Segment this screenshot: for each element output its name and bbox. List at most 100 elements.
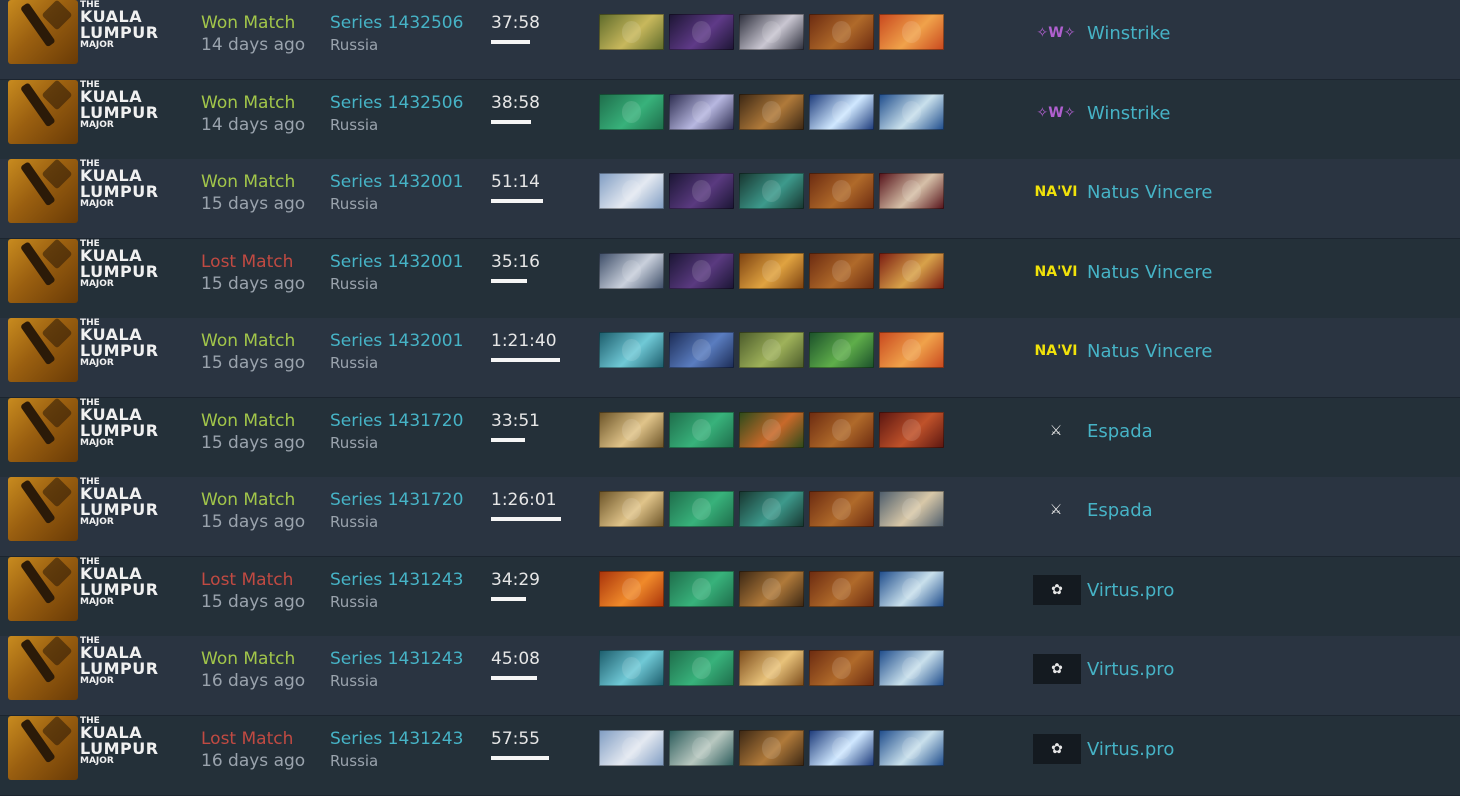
- match-row[interactable]: THE KUALA LUMPUR MAJOR Lost Match 15 day…: [0, 557, 1460, 637]
- espada-logo-icon[interactable]: ⚔: [1033, 416, 1079, 446]
- hero-icon[interactable]: [669, 491, 734, 527]
- league-logo[interactable]: THE KUALA LUMPUR MAJOR: [8, 557, 158, 623]
- match-result-link[interactable]: Lost Match: [201, 569, 321, 591]
- league-logo[interactable]: THE KUALA LUMPUR MAJOR: [8, 398, 158, 464]
- league-logo[interactable]: THE KUALA LUMPUR MAJOR: [8, 80, 158, 146]
- hero-icon[interactable]: [739, 14, 804, 50]
- hero-icon[interactable]: [879, 650, 944, 686]
- hero-icon[interactable]: [669, 571, 734, 607]
- hero-icon[interactable]: [739, 173, 804, 209]
- series-link[interactable]: Series 1432001: [330, 251, 490, 273]
- match-result-link[interactable]: Won Match: [201, 648, 321, 670]
- team-name-link[interactable]: Espada: [1087, 420, 1153, 444]
- match-result-link[interactable]: Won Match: [201, 12, 321, 34]
- series-link[interactable]: Series 1431720: [330, 410, 490, 432]
- hero-icon[interactable]: [739, 253, 804, 289]
- match-row[interactable]: THE KUALA LUMPUR MAJOR Won Match 15 days…: [0, 477, 1460, 557]
- league-logo[interactable]: THE KUALA LUMPUR MAJOR: [8, 318, 158, 384]
- league-logo[interactable]: THE KUALA LUMPUR MAJOR: [8, 477, 158, 543]
- winstrike-logo-icon[interactable]: ✧W✧: [1033, 98, 1079, 128]
- hero-icon[interactable]: [739, 94, 804, 130]
- virtus-pro-logo-icon[interactable]: ✿: [1033, 734, 1081, 764]
- hero-icon[interactable]: [879, 253, 944, 289]
- league-logo[interactable]: THE KUALA LUMPUR MAJOR: [8, 636, 158, 702]
- match-row[interactable]: THE KUALA LUMPUR MAJOR Won Match 15 days…: [0, 398, 1460, 478]
- hero-icon[interactable]: [599, 253, 664, 289]
- hero-icon[interactable]: [879, 14, 944, 50]
- hero-icon[interactable]: [739, 730, 804, 766]
- series-link[interactable]: Series 1431243: [330, 648, 490, 670]
- match-result-link[interactable]: Won Match: [201, 410, 321, 432]
- hero-icon[interactable]: [879, 412, 944, 448]
- team-name-link[interactable]: Espada: [1087, 499, 1153, 523]
- hero-icon[interactable]: [879, 571, 944, 607]
- winstrike-logo-icon[interactable]: ✧W✧: [1033, 18, 1079, 48]
- hero-icon[interactable]: [809, 491, 874, 527]
- match-result-link[interactable]: Won Match: [201, 330, 321, 352]
- match-result-link[interactable]: Lost Match: [201, 251, 321, 273]
- match-result-link[interactable]: Lost Match: [201, 728, 321, 750]
- hero-icon[interactable]: [809, 332, 874, 368]
- team-name-link[interactable]: Virtus.pro: [1087, 738, 1174, 762]
- hero-icon[interactable]: [809, 94, 874, 130]
- virtus-pro-logo-icon[interactable]: ✿: [1033, 575, 1081, 605]
- team-name-link[interactable]: Winstrike: [1087, 22, 1171, 46]
- league-logo[interactable]: THE KUALA LUMPUR MAJOR: [8, 239, 158, 305]
- hero-icon[interactable]: [809, 253, 874, 289]
- match-row[interactable]: THE KUALA LUMPUR MAJOR Won Match 15 days…: [0, 159, 1460, 239]
- series-link[interactable]: Series 1431720: [330, 489, 490, 511]
- hero-icon[interactable]: [879, 173, 944, 209]
- match-row[interactable]: THE KUALA LUMPUR MAJOR Lost Match 15 day…: [0, 239, 1460, 319]
- team-name-link[interactable]: Virtus.pro: [1087, 579, 1174, 603]
- league-logo[interactable]: THE KUALA LUMPUR MAJOR: [8, 716, 158, 782]
- hero-icon[interactable]: [669, 14, 734, 50]
- series-link[interactable]: Series 1432506: [330, 12, 490, 34]
- virtus-pro-logo-icon[interactable]: ✿: [1033, 654, 1081, 684]
- hero-icon[interactable]: [879, 491, 944, 527]
- hero-icon[interactable]: [809, 14, 874, 50]
- hero-icon[interactable]: [599, 571, 664, 607]
- series-link[interactable]: Series 1431243: [330, 569, 490, 591]
- team-name-link[interactable]: Natus Vincere: [1087, 261, 1212, 285]
- hero-icon[interactable]: [599, 491, 664, 527]
- hero-icon[interactable]: [669, 412, 734, 448]
- hero-icon[interactable]: [669, 332, 734, 368]
- league-logo[interactable]: THE KUALA LUMPUR MAJOR: [8, 0, 158, 66]
- hero-icon[interactable]: [879, 730, 944, 766]
- series-link[interactable]: Series 1432001: [330, 171, 490, 193]
- match-result-link[interactable]: Won Match: [201, 171, 321, 193]
- league-logo[interactable]: THE KUALA LUMPUR MAJOR: [8, 159, 158, 225]
- hero-icon[interactable]: [809, 650, 874, 686]
- team-name-link[interactable]: Virtus.pro: [1087, 658, 1174, 682]
- hero-icon[interactable]: [739, 650, 804, 686]
- team-name-link[interactable]: Natus Vincere: [1087, 340, 1212, 364]
- hero-icon[interactable]: [599, 332, 664, 368]
- hero-icon[interactable]: [669, 253, 734, 289]
- series-link[interactable]: Series 1432001: [330, 330, 490, 352]
- hero-icon[interactable]: [809, 173, 874, 209]
- match-row[interactable]: THE KUALA LUMPUR MAJOR Won Match 16 days…: [0, 636, 1460, 716]
- hero-icon[interactable]: [599, 173, 664, 209]
- natus-vincere-logo-icon[interactable]: NA'VI: [1033, 177, 1079, 207]
- hero-icon[interactable]: [599, 94, 664, 130]
- match-row[interactable]: THE KUALA LUMPUR MAJOR Won Match 14 days…: [0, 80, 1460, 160]
- team-name-link[interactable]: Natus Vincere: [1087, 181, 1212, 205]
- hero-icon[interactable]: [879, 94, 944, 130]
- natus-vincere-logo-icon[interactable]: NA'VI: [1033, 257, 1079, 287]
- hero-icon[interactable]: [809, 412, 874, 448]
- hero-icon[interactable]: [669, 173, 734, 209]
- hero-icon[interactable]: [599, 650, 664, 686]
- match-result-link[interactable]: Won Match: [201, 489, 321, 511]
- match-row[interactable]: THE KUALA LUMPUR MAJOR Won Match 14 days…: [0, 0, 1460, 80]
- match-row[interactable]: THE KUALA LUMPUR MAJOR Won Match 15 days…: [0, 318, 1460, 398]
- series-link[interactable]: Series 1431243: [330, 728, 490, 750]
- hero-icon[interactable]: [809, 571, 874, 607]
- series-link[interactable]: Series 1432506: [330, 92, 490, 114]
- hero-icon[interactable]: [599, 14, 664, 50]
- hero-icon[interactable]: [669, 650, 734, 686]
- hero-icon[interactable]: [599, 730, 664, 766]
- hero-icon[interactable]: [669, 730, 734, 766]
- hero-icon[interactable]: [739, 571, 804, 607]
- natus-vincere-logo-icon[interactable]: NA'VI: [1033, 336, 1079, 366]
- hero-icon[interactable]: [739, 491, 804, 527]
